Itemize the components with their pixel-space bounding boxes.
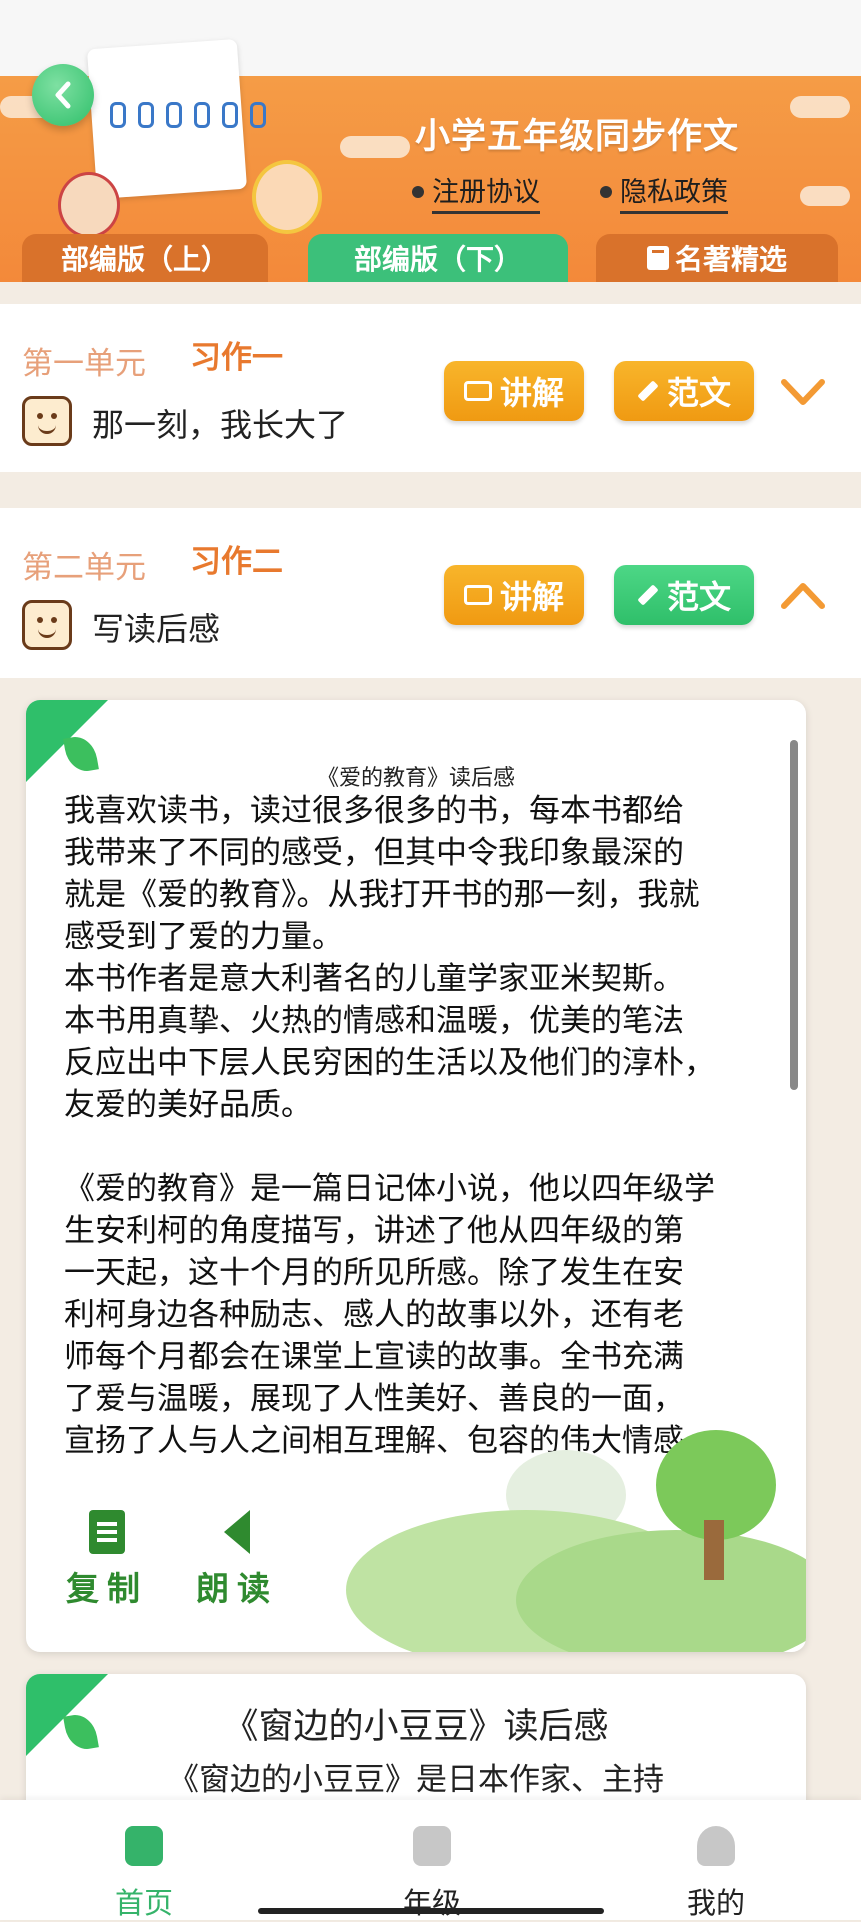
sample-essay-button[interactable]: 范文 [614,565,754,625]
sample-essay-button[interactable]: 范文 [614,361,754,421]
copy-label: 复制 [66,1569,148,1608]
graduate-icon [697,1826,735,1866]
video-icon [463,585,492,605]
unit-tag: 习作一 [190,340,283,376]
landscape-illustration [346,1420,806,1652]
sample-label: 范文 [666,578,731,616]
cloud-decoration [800,186,850,206]
nav-mine-label: 我的 [686,1886,745,1920]
unit-title[interactable]: 写读后感 [92,604,220,650]
essay-body[interactable]: 我喜欢读书，读过很多很多的书，每本书都给 我带来了不同的感受，但其中令我印象最深… [64,790,784,1480]
cloud-decoration [790,96,850,118]
edition-tabs: 部编版（上） 部编版（下） 名著精选 [22,234,852,282]
essay-title: 《爱的教育》读后感 [316,766,515,791]
video-icon [463,381,492,401]
tab-label: 名著精选 [674,243,787,276]
unit-name: 第二单元 [22,550,146,586]
explain-label: 讲解 [499,578,564,616]
unit-row: 第一单元 习作一 那一刻，我长大了 讲解 范文 [0,304,861,472]
book-icon [646,246,669,270]
pencil-icon [637,380,659,402]
unit-title[interactable]: 那一刻，我长大了 [92,400,348,446]
boy-illustration [252,160,322,234]
register-agreement-link[interactable]: 注册协议 [412,170,540,214]
explain-button[interactable]: 讲解 [444,565,584,625]
bottom-nav: 首页 年级 我的 [0,1800,861,1920]
read-aloud-button[interactable]: 朗读 [192,1510,282,1610]
page-title: 小学五年级同步作文 [415,117,740,157]
explain-button[interactable]: 讲解 [444,361,584,421]
privacy-policy-link[interactable]: 隐私政策 [600,170,728,214]
speaker-icon [224,1510,250,1554]
unit-row: 第二单元 习作二 写读后感 讲解 范文 [0,508,861,678]
back-button[interactable] [32,64,94,126]
tab-classics[interactable]: 名著精选 [596,234,838,282]
essay-preview[interactable]: 《窗边的小豆豆》是日本作家、主持 [26,1754,806,1799]
tab-edition-upper[interactable]: 部编版（上） [22,234,268,282]
agreement-links: 注册协议 隐私政策 [412,170,728,214]
read-aloud-label: 朗读 [196,1569,278,1608]
back-arrow-icon [55,81,71,109]
tab-edition-lower[interactable]: 部编版（下） [308,234,568,282]
copy-button[interactable]: 复制 [62,1510,152,1610]
pencil-icon [637,584,659,606]
books-icon [413,1826,451,1866]
chevron-down-icon[interactable] [780,372,826,412]
scrollbar[interactable] [790,740,798,1090]
girl-illustration [58,172,120,238]
bullet-dot [600,186,612,198]
bullet-dot [412,186,424,198]
nav-home-label: 首页 [114,1886,173,1920]
tab-label: 部编版（下） [353,243,522,276]
sample-label: 范文 [666,374,731,412]
nav-grade-label: 年级 [402,1886,461,1920]
smile-icon [22,396,72,446]
notepad-rings [110,102,266,128]
explain-label: 讲解 [499,374,564,412]
register-agreement-label: 注册协议 [432,170,540,214]
copy-icon [89,1510,125,1554]
privacy-policy-label: 隐私政策 [620,170,728,214]
essay-title: 《窗边的小豆豆》读后感 [223,1707,609,1747]
cloud-decoration [340,136,410,158]
nav-home[interactable]: 首页 [64,1826,224,1922]
smile-icon [22,600,72,650]
tab-label: 部编版（上） [60,243,229,276]
unit-tag: 习作二 [190,544,283,580]
chevron-up-icon[interactable] [780,576,826,616]
unit-name: 第一单元 [22,346,146,382]
nav-mine[interactable]: 我的 [636,1826,796,1922]
essay-card: 《爱的教育》读后感 我喜欢读书，读过很多很多的书，每本书都给 我带来了不同的感受… [26,700,806,1652]
backpack-icon [125,1826,163,1866]
home-indicator [258,1908,604,1914]
